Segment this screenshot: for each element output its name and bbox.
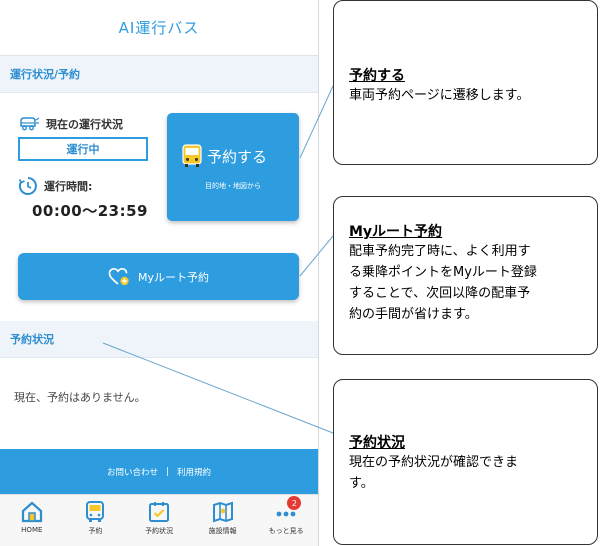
callout-line: 車両予約ページに遷移します。 — [349, 88, 530, 103]
callout-line: す。 — [349, 476, 374, 491]
callout-reserve-title: 予約する — [349, 68, 405, 84]
callout-reservation-status: 予約状況 現在の予約状況が確認できま す。 — [333, 379, 598, 545]
callout-line: 配車予約完了時に、よく利用す — [349, 244, 531, 259]
callout-line: 現在の予約状況が確認できま — [349, 455, 519, 470]
callout-line: る乗降ポイントをMyルート登録 — [349, 265, 537, 280]
callout-myroute-body: 配車予約完了時に、よく利用す る乗降ポイントをMyルート登録 することで、次回以… — [349, 241, 537, 325]
callout-reservation-status-title: 予約状況 — [349, 435, 405, 451]
callout-myroute: Myルート予約 配車予約完了時に、よく利用す る乗降ポイントをMyルート登録 す… — [333, 196, 598, 355]
callout-myroute-title: Myルート予約 — [349, 224, 443, 240]
callout-line: 約の手間が省けます。 — [349, 307, 478, 322]
callout-reserve-body: 車両予約ページに遷移します。 — [349, 85, 529, 106]
callout-line: することで、次回以降の配車予 — [349, 286, 531, 301]
callout-reserve: 予約する 車両予約ページに遷移します。 — [333, 0, 598, 165]
callout-reservation-status-body: 現在の予約状況が確認できま す。 — [349, 452, 518, 494]
